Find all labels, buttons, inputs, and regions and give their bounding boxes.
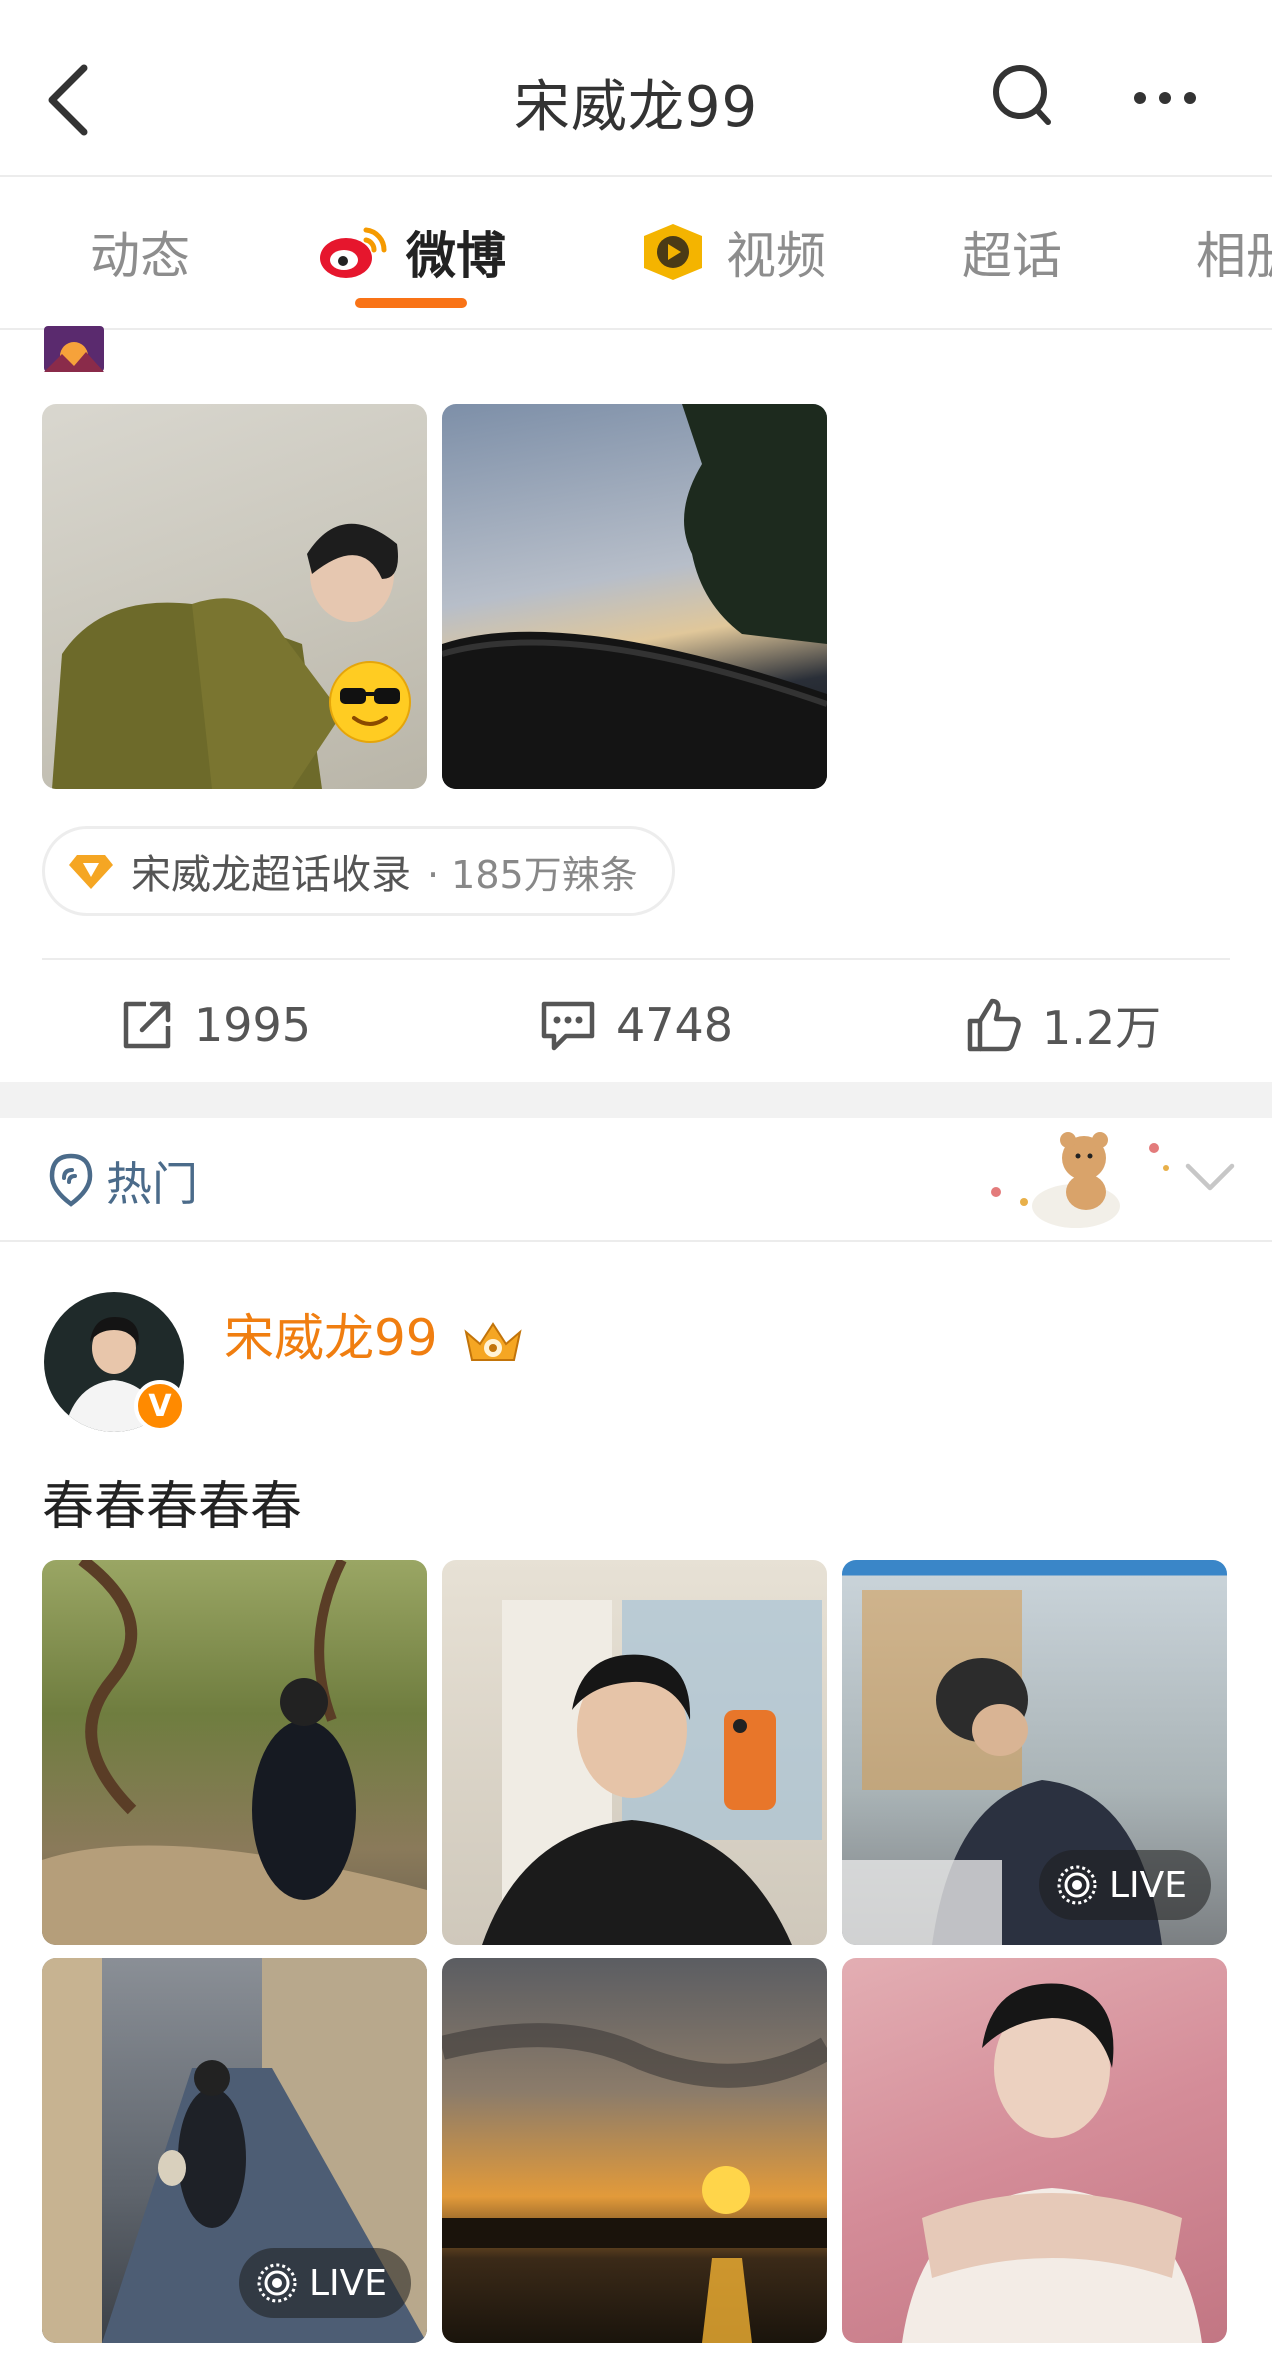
- grid-image[interactable]: LIVE: [42, 1958, 427, 2343]
- grid-image[interactable]: [42, 1560, 427, 1945]
- tab-video[interactable]: 视频: [636, 216, 826, 288]
- tab-album[interactable]: 相册: [1196, 216, 1272, 288]
- like-count: 1.2万: [1042, 1001, 1162, 1055]
- live-photo-icon: [257, 2263, 297, 2303]
- search-icon[interactable]: [990, 60, 1054, 130]
- tab-supertopic[interactable]: 超话: [962, 216, 1062, 288]
- supertopic-count: · 185万辣条: [427, 852, 638, 897]
- page-title: 宋威龙99: [513, 75, 759, 140]
- supertopic-chip[interactable]: 宋威龙超话收录 · 185万辣条: [42, 826, 675, 916]
- grid-image[interactable]: [442, 1560, 827, 1945]
- supertopic-label: 宋威龙超话收录: [131, 852, 411, 898]
- post-image[interactable]: [42, 404, 427, 789]
- section-separator: [0, 1082, 1272, 1118]
- sunset-photo-graphic: [442, 2023, 827, 2343]
- thumbs-up-icon: [967, 998, 1021, 1052]
- sunset-emoji-icon: [44, 326, 104, 372]
- more-options-icon[interactable]: [1130, 60, 1200, 130]
- repost-count: 1995: [194, 998, 312, 1052]
- post-text: 春春春春春: [42, 1477, 303, 1537]
- location-pin-icon: [49, 1153, 93, 1207]
- weibo-logo-icon: [320, 227, 387, 278]
- repost-button[interactable]: 1995: [120, 990, 311, 1060]
- video-play-icon: [644, 224, 702, 280]
- live-label: LIVE: [1109, 1864, 1188, 1906]
- comment-button[interactable]: 4748: [540, 990, 733, 1060]
- comment-count: 4748: [616, 998, 734, 1052]
- chevron-down-icon[interactable]: [1184, 1158, 1236, 1198]
- like-button[interactable]: 1.2万: [966, 990, 1161, 1060]
- trail-photo-graphic: [42, 1560, 427, 1945]
- live-photo-icon: [1057, 1865, 1097, 1905]
- tab-label: 视频: [726, 227, 826, 285]
- live-label: LIVE: [309, 2262, 388, 2304]
- top-bar: 宋威龙99: [0, 0, 1272, 177]
- live-photo-badge: LIVE: [239, 2248, 412, 2318]
- tab-label: 微博: [406, 227, 506, 285]
- tab-label: 相册: [1196, 227, 1272, 285]
- profile-tab-bar: 动态 微博 视频 超话 相册: [0, 178, 1272, 330]
- tab-label: 动态: [90, 227, 190, 285]
- crown-badge-icon: [463, 1321, 522, 1361]
- grid-image[interactable]: LIVE: [842, 1560, 1227, 1945]
- divider: [42, 958, 1230, 960]
- tab-weibo[interactable]: 微博: [316, 216, 506, 288]
- grid-image[interactable]: [442, 1958, 827, 2343]
- post-image[interactable]: [442, 404, 827, 789]
- mirror-selfie-photo-graphic: [482, 1600, 822, 1945]
- live-photo-badge: LIVE: [1039, 1850, 1212, 1920]
- portrait-photo-graphic: [902, 1983, 1202, 2343]
- post-username[interactable]: 宋威龙99: [224, 1298, 526, 1370]
- comment-icon: [541, 1001, 595, 1051]
- grid-image[interactable]: [842, 1958, 1227, 2343]
- verified-badge: V: [134, 1380, 186, 1432]
- diamond-icon: [69, 855, 113, 889]
- tab-dongtai[interactable]: 动态: [90, 216, 190, 288]
- sunglasses-emoji-icon: [329, 661, 411, 743]
- username-text: 宋威龙99: [224, 1309, 438, 1367]
- hot-label: 热门: [106, 1157, 198, 1211]
- teddy-bear-sticker-icon: [991, 1132, 1169, 1228]
- repost-icon: [123, 1001, 171, 1049]
- hot-filter-bar[interactable]: 热门: [0, 1118, 1272, 1242]
- tab-label: 超话: [962, 227, 1062, 285]
- sky-photo-graphic: [442, 404, 827, 789]
- active-tab-indicator: [355, 298, 467, 308]
